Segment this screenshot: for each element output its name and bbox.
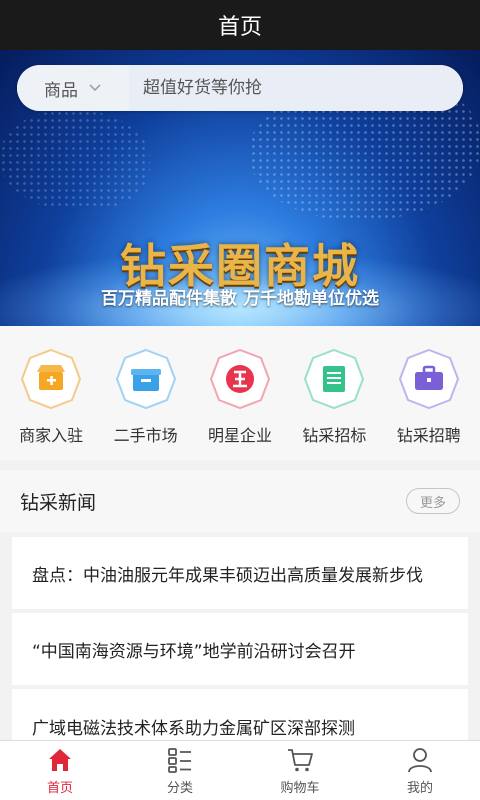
world-map-graphic bbox=[0, 110, 150, 210]
tab-cart[interactable]: 购物车 bbox=[240, 741, 360, 800]
tab-category[interactable]: 分类 bbox=[120, 741, 240, 800]
quick-link-secondhand[interactable]: 二手市场 bbox=[100, 326, 192, 460]
bidding-icon bbox=[303, 348, 365, 410]
quick-link-label: 钻采招标 bbox=[302, 426, 367, 445]
news-more-button[interactable]: 更多 bbox=[406, 488, 460, 514]
home-icon bbox=[49, 748, 71, 771]
quick-link-merchant[interactable]: 商家入驻 bbox=[5, 326, 97, 460]
news-section-header: 钻采新闻 更多 bbox=[0, 470, 480, 532]
search-category-label: 商品 bbox=[44, 80, 78, 101]
enterprise-icon bbox=[209, 348, 271, 410]
tab-profile[interactable]: 我的 bbox=[360, 741, 480, 800]
search-input[interactable] bbox=[129, 65, 463, 111]
quick-link-recruitment[interactable]: 钻采招聘 bbox=[383, 326, 475, 460]
category-icon bbox=[168, 747, 191, 773]
bottom-tab-bar: 首页 分类 购物车 我的 bbox=[0, 740, 480, 800]
chevron-down-icon bbox=[89, 84, 101, 92]
quick-link-label: 明星企业 bbox=[207, 426, 272, 445]
briefcase-icon bbox=[398, 348, 460, 410]
tab-label: 我的 bbox=[406, 780, 433, 796]
news-section-title: 钻采新闻 bbox=[20, 491, 97, 514]
banner-subtitle: 百万精品配件集散 万千地勘单位优选 bbox=[101, 289, 379, 309]
quick-link-label: 钻采招聘 bbox=[396, 426, 461, 445]
news-item[interactable]: 广域电磁法技术体系助力金属矿区深部探测 bbox=[12, 689, 468, 740]
news-item[interactable]: “中国南海资源与环境”地学前沿研讨会召开 bbox=[12, 613, 468, 685]
box-icon bbox=[115, 348, 177, 410]
user-icon bbox=[408, 747, 432, 772]
search-bar: 商品 bbox=[17, 65, 463, 111]
tab-home[interactable]: 首页 bbox=[0, 741, 120, 800]
cart-icon bbox=[288, 748, 313, 771]
tab-label: 购物车 bbox=[280, 780, 320, 796]
quick-link-label: 二手市场 bbox=[113, 426, 178, 445]
quick-links: 商家入驻 二手市场 明星企业 钻采招标 钻采招聘 bbox=[0, 326, 480, 460]
shop-icon bbox=[20, 348, 82, 410]
page-title: 首页 bbox=[217, 15, 262, 40]
tab-label: 首页 bbox=[46, 780, 73, 796]
news-item[interactable]: 盘点：中油油服元年成果丰硕迈出高质量发展新步伐 bbox=[12, 537, 468, 609]
title-bar: 首页 bbox=[0, 0, 480, 50]
quick-link-star-enterprise[interactable]: 明星企业 bbox=[194, 326, 286, 460]
quick-link-label: 商家入驻 bbox=[19, 426, 84, 445]
search-category-select[interactable]: 商品 bbox=[17, 65, 129, 111]
quick-link-bidding[interactable]: 钻采招标 bbox=[288, 326, 380, 460]
tab-label: 分类 bbox=[166, 780, 193, 796]
